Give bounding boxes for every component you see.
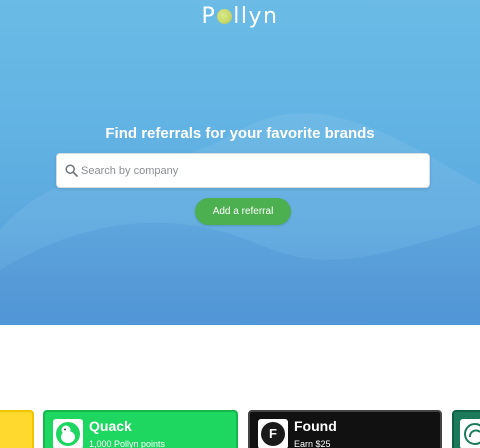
hero-banner: Pllyn Find referrals for your favorite b… [0,0,480,325]
brand-cards-row: Quack 1,000 Pollyn points F Found Earn $… [0,410,480,448]
search-icon [65,164,78,177]
search-box[interactable] [56,153,430,188]
card-title: Found [294,418,337,434]
brand-card-partial-left[interactable] [0,410,34,448]
duck-icon [56,422,80,446]
logo-text-right: llyn [233,4,279,29]
card-title: Quack [89,418,132,434]
search-input[interactable] [81,154,421,187]
gauge-icon [464,423,480,445]
card-subtitle: 1,000 Pollyn points [89,439,166,448]
found-logo-tile: F [258,419,288,448]
f-letter-icon: F [261,422,285,446]
card-subtitle: Earn $25 [294,439,331,448]
brand-card-partial-right[interactable] [452,410,480,448]
teal-logo-tile [460,419,480,448]
brand-card-quack[interactable]: Quack 1,000 Pollyn points [43,410,238,448]
brand-card-found[interactable]: F Found Earn $25 [248,410,442,448]
quack-logo-tile [53,419,83,448]
page-headline: Find referrals for your favorite brands [105,125,375,142]
logo-text-left: P [201,4,217,29]
avocado-o-icon [217,9,233,24]
pollyn-logo[interactable]: Pllyn [0,4,480,29]
add-referral-button[interactable]: Add a referral [195,198,291,225]
